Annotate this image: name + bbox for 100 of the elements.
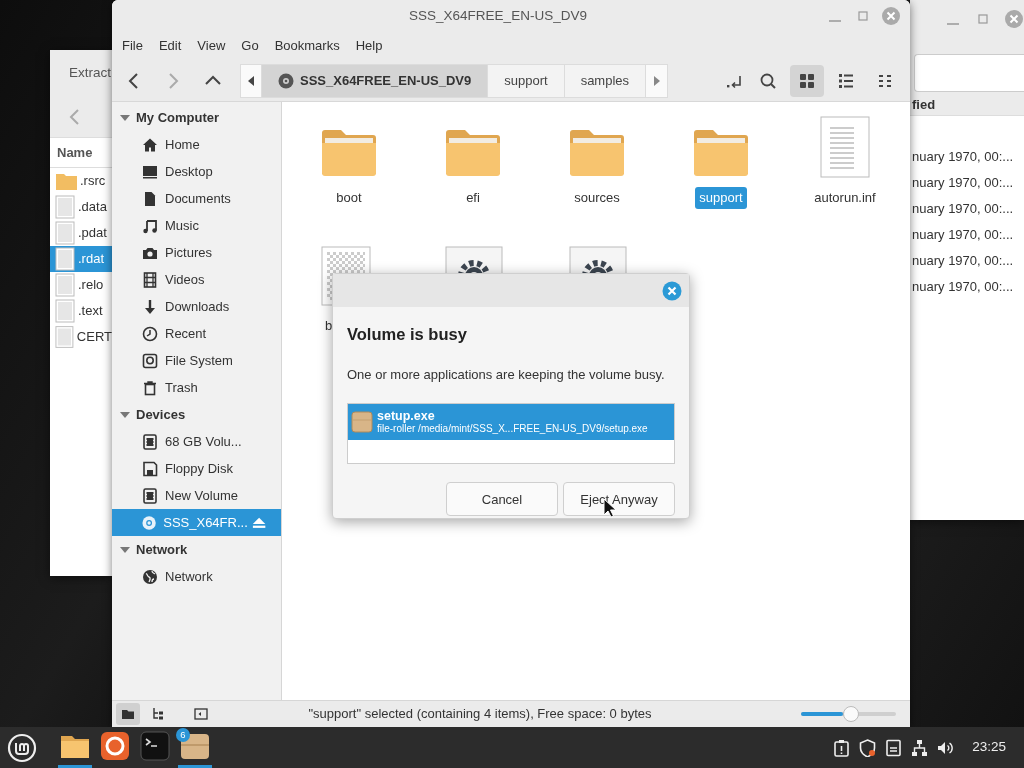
clipboard-icon: [833, 738, 851, 757]
file-row[interactable]: .pdat: [50, 220, 112, 246]
file-icon: [55, 195, 75, 219]
menu-item[interactable]: Go: [233, 34, 267, 58]
floppy-icon: [142, 460, 158, 477]
note-icon: [885, 738, 903, 757]
triangle-left-icon: [247, 74, 255, 87]
file-label[interactable]: sources: [570, 187, 624, 209]
close-icon: [662, 280, 682, 301]
file-row[interactable]: .text: [50, 298, 112, 324]
disc-icon: [278, 72, 294, 89]
section-header[interactable]: Network: [112, 536, 281, 563]
date-cell-text: nuary 1970, 00:...: [912, 148, 1014, 167]
disc-icon: [142, 514, 157, 531]
music-note-icon: [142, 217, 158, 234]
file-row[interactable]: .relo: [50, 272, 112, 298]
expander-icon[interactable]: [120, 112, 130, 123]
column-header[interactable]: Name: [57, 142, 93, 163]
sidebar-item[interactable]: Documents: [112, 185, 281, 212]
view-mode-button[interactable]: [790, 64, 824, 97]
mint-logo-icon: [7, 732, 37, 763]
sidebar-item[interactable]: Network: [112, 563, 281, 590]
process-name: setup.exe: [377, 409, 436, 423]
notification-count: 6: [176, 728, 190, 742]
sidebar-item[interactable]: Downloads: [112, 293, 281, 320]
download-icon: [142, 298, 158, 315]
package-icon: [180, 731, 210, 761]
sidebar-item[interactable]: File System: [112, 347, 281, 374]
home-icon: [142, 136, 158, 153]
file-row[interactable]: .data: [50, 194, 112, 220]
trash-icon: [142, 379, 158, 396]
file-icon: [55, 299, 75, 323]
minimize-icon: [829, 20, 841, 22]
section-header[interactable]: Devices: [112, 401, 281, 428]
close-icon: [881, 6, 901, 26]
expander-icon[interactable]: [120, 409, 130, 420]
sidebar-item[interactable]: 68 GB Volu...: [112, 428, 281, 455]
package-icon: [351, 410, 373, 435]
search-field[interactable]: [914, 54, 1024, 92]
slider-thumb[interactable]: [842, 706, 859, 722]
sidebar-item[interactable]: Music: [112, 212, 281, 239]
text-file-icon: [820, 116, 870, 178]
clock: 23:25: [972, 738, 1006, 757]
pane-toggle-button[interactable]: [116, 703, 140, 725]
sidebar-item[interactable]: Home: [112, 131, 281, 158]
scroll-right-button[interactable]: [646, 63, 669, 98]
date-cell-text: nuary 1970, 00:...: [912, 174, 1014, 193]
terminal-icon: [140, 731, 170, 761]
cancel-button[interactable]: Cancel: [446, 482, 558, 517]
sidebar-item[interactable]: New Volume: [112, 482, 281, 509]
search-icon: [759, 71, 777, 90]
film-icon: [142, 271, 158, 288]
section-header[interactable]: My Computer: [112, 104, 281, 131]
sidebar-item[interactable]: Desktop: [112, 158, 281, 185]
menu-item[interactable]: Help: [347, 34, 391, 58]
triangle-right-icon: [652, 74, 661, 87]
path-button[interactable]: SSS_X64FREE_EN-US_DV9: [262, 63, 489, 98]
file-label[interactable]: boot: [332, 187, 366, 209]
maximize-icon: [977, 13, 989, 25]
clock-icon: [142, 325, 158, 342]
date-cell-text: nuary 1970, 00:...: [912, 278, 1014, 297]
scroll-left-button[interactable]: [240, 63, 262, 98]
sidebar-item[interactable]: Pictures: [112, 239, 281, 266]
file-label[interactable]: b: [321, 315, 337, 337]
list-view-icon: [837, 71, 855, 90]
close-button[interactable]: [661, 279, 683, 302]
file-icon: [55, 325, 74, 349]
menu-item[interactable]: Edit: [150, 34, 190, 58]
path-button[interactable]: support: [488, 63, 565, 98]
window-title: Extract: [69, 63, 111, 82]
sidebar-icon: [194, 707, 208, 721]
date-cell-text: nuary 1970, 00:...: [912, 226, 1014, 245]
file-icon: [55, 247, 75, 271]
eject-icon[interactable]: [251, 515, 266, 530]
expander-icon[interactable]: [120, 544, 130, 555]
network-icon: [911, 738, 929, 757]
dialog-message: One or more applications are keeping the volume busy.: [347, 365, 666, 384]
close-button[interactable]: [880, 5, 902, 27]
status-text: "support" selected (containing 4 items), Free space: 0 bytes: [307, 705, 653, 724]
file-label[interactable]: autorun.inf: [810, 187, 880, 209]
sidebar-item[interactable]: Trash: [112, 374, 281, 401]
monitor-icon: [142, 163, 158, 180]
chip-icon: [142, 487, 158, 504]
globe-icon: [142, 568, 158, 585]
menu-item[interactable]: File: [114, 34, 151, 58]
path-button[interactable]: samples: [564, 63, 647, 98]
grid-view-icon: [798, 71, 816, 90]
file-label[interactable]: efi: [462, 187, 484, 209]
close-button[interactable]: [1004, 8, 1024, 30]
sidebar-item[interactable]: Videos: [112, 266, 281, 293]
sidebar-item[interactable]: Floppy Disk: [112, 455, 281, 482]
chip-icon: [142, 433, 158, 450]
menu-item[interactable]: Bookmarks: [266, 34, 348, 58]
dialog-title: Volume is busy: [347, 324, 468, 345]
file-row[interactable]: .rsrc: [50, 168, 112, 194]
date-cell-text: nuary 1970, 00:...: [912, 200, 1014, 219]
eject-button[interactable]: Eject Anyway: [563, 482, 675, 517]
sidebar-item[interactable]: Recent: [112, 320, 281, 347]
file-row[interactable]: CERT: [50, 324, 112, 350]
menu-item[interactable]: View: [189, 34, 234, 58]
